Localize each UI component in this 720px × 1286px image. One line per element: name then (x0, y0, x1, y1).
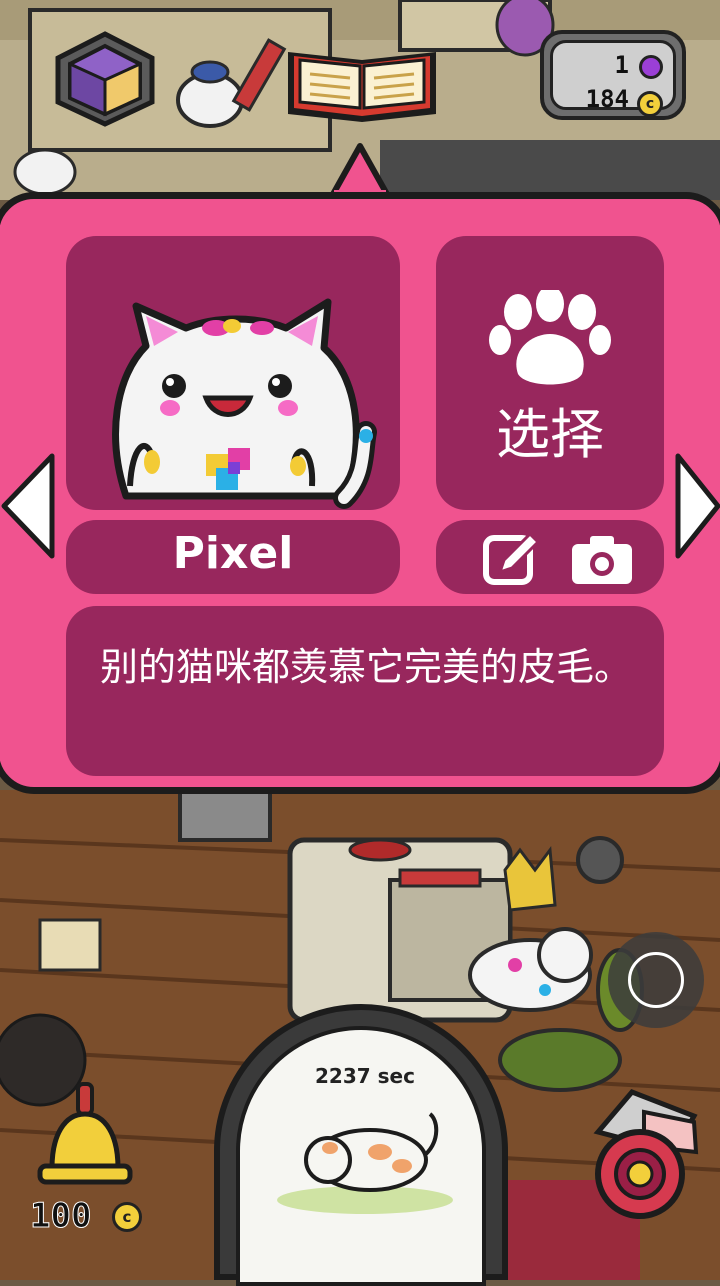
bell-price: 100 (29, 1196, 92, 1237)
paw-icon (489, 290, 611, 385)
panel-pointer (329, 143, 391, 198)
select-cat-button[interactable]: 选择 (436, 236, 664, 510)
room-switch-button[interactable] (50, 28, 160, 128)
edit-name-icon[interactable] (482, 528, 542, 588)
gem-icon (639, 55, 663, 79)
cat-description: 别的猫咪都羡慕它完美的皮毛。 (100, 645, 633, 689)
book-icon (288, 52, 436, 122)
catalog-book-button[interactable] (282, 38, 442, 128)
room-cube-icon (55, 31, 155, 127)
cat-name-plate: Pixel (66, 520, 400, 594)
next-cat-arrow[interactable] (674, 452, 720, 560)
feed-timer: 2237 sec (315, 1064, 415, 1088)
food-bowl-timer[interactable]: 2237 sec (214, 1004, 508, 1286)
coin-icon: c (637, 91, 663, 117)
cat-name: Pixel (172, 528, 294, 579)
bell-coin-icon: c (112, 1202, 142, 1232)
cat-portrait (66, 236, 400, 510)
pixel-cat-illustration (112, 298, 377, 509)
record-button[interactable] (608, 932, 704, 1028)
currency-display: 1 184 c (540, 30, 686, 120)
cat-tools (436, 520, 664, 594)
shop-button[interactable] (584, 1082, 708, 1220)
cat-description-box: 别的猫咪都羡慕它完美的皮毛。 (66, 606, 664, 776)
eating-cat-icon (277, 1112, 453, 1214)
gem-count: 1 (614, 51, 629, 79)
record-circle-icon (628, 952, 684, 1008)
bell-icon[interactable] (30, 1080, 140, 1190)
prev-cat-arrow[interactable] (0, 452, 56, 560)
select-label: 选择 (496, 403, 604, 466)
coin-count: 184 (585, 85, 629, 113)
camera-icon[interactable] (570, 532, 634, 586)
